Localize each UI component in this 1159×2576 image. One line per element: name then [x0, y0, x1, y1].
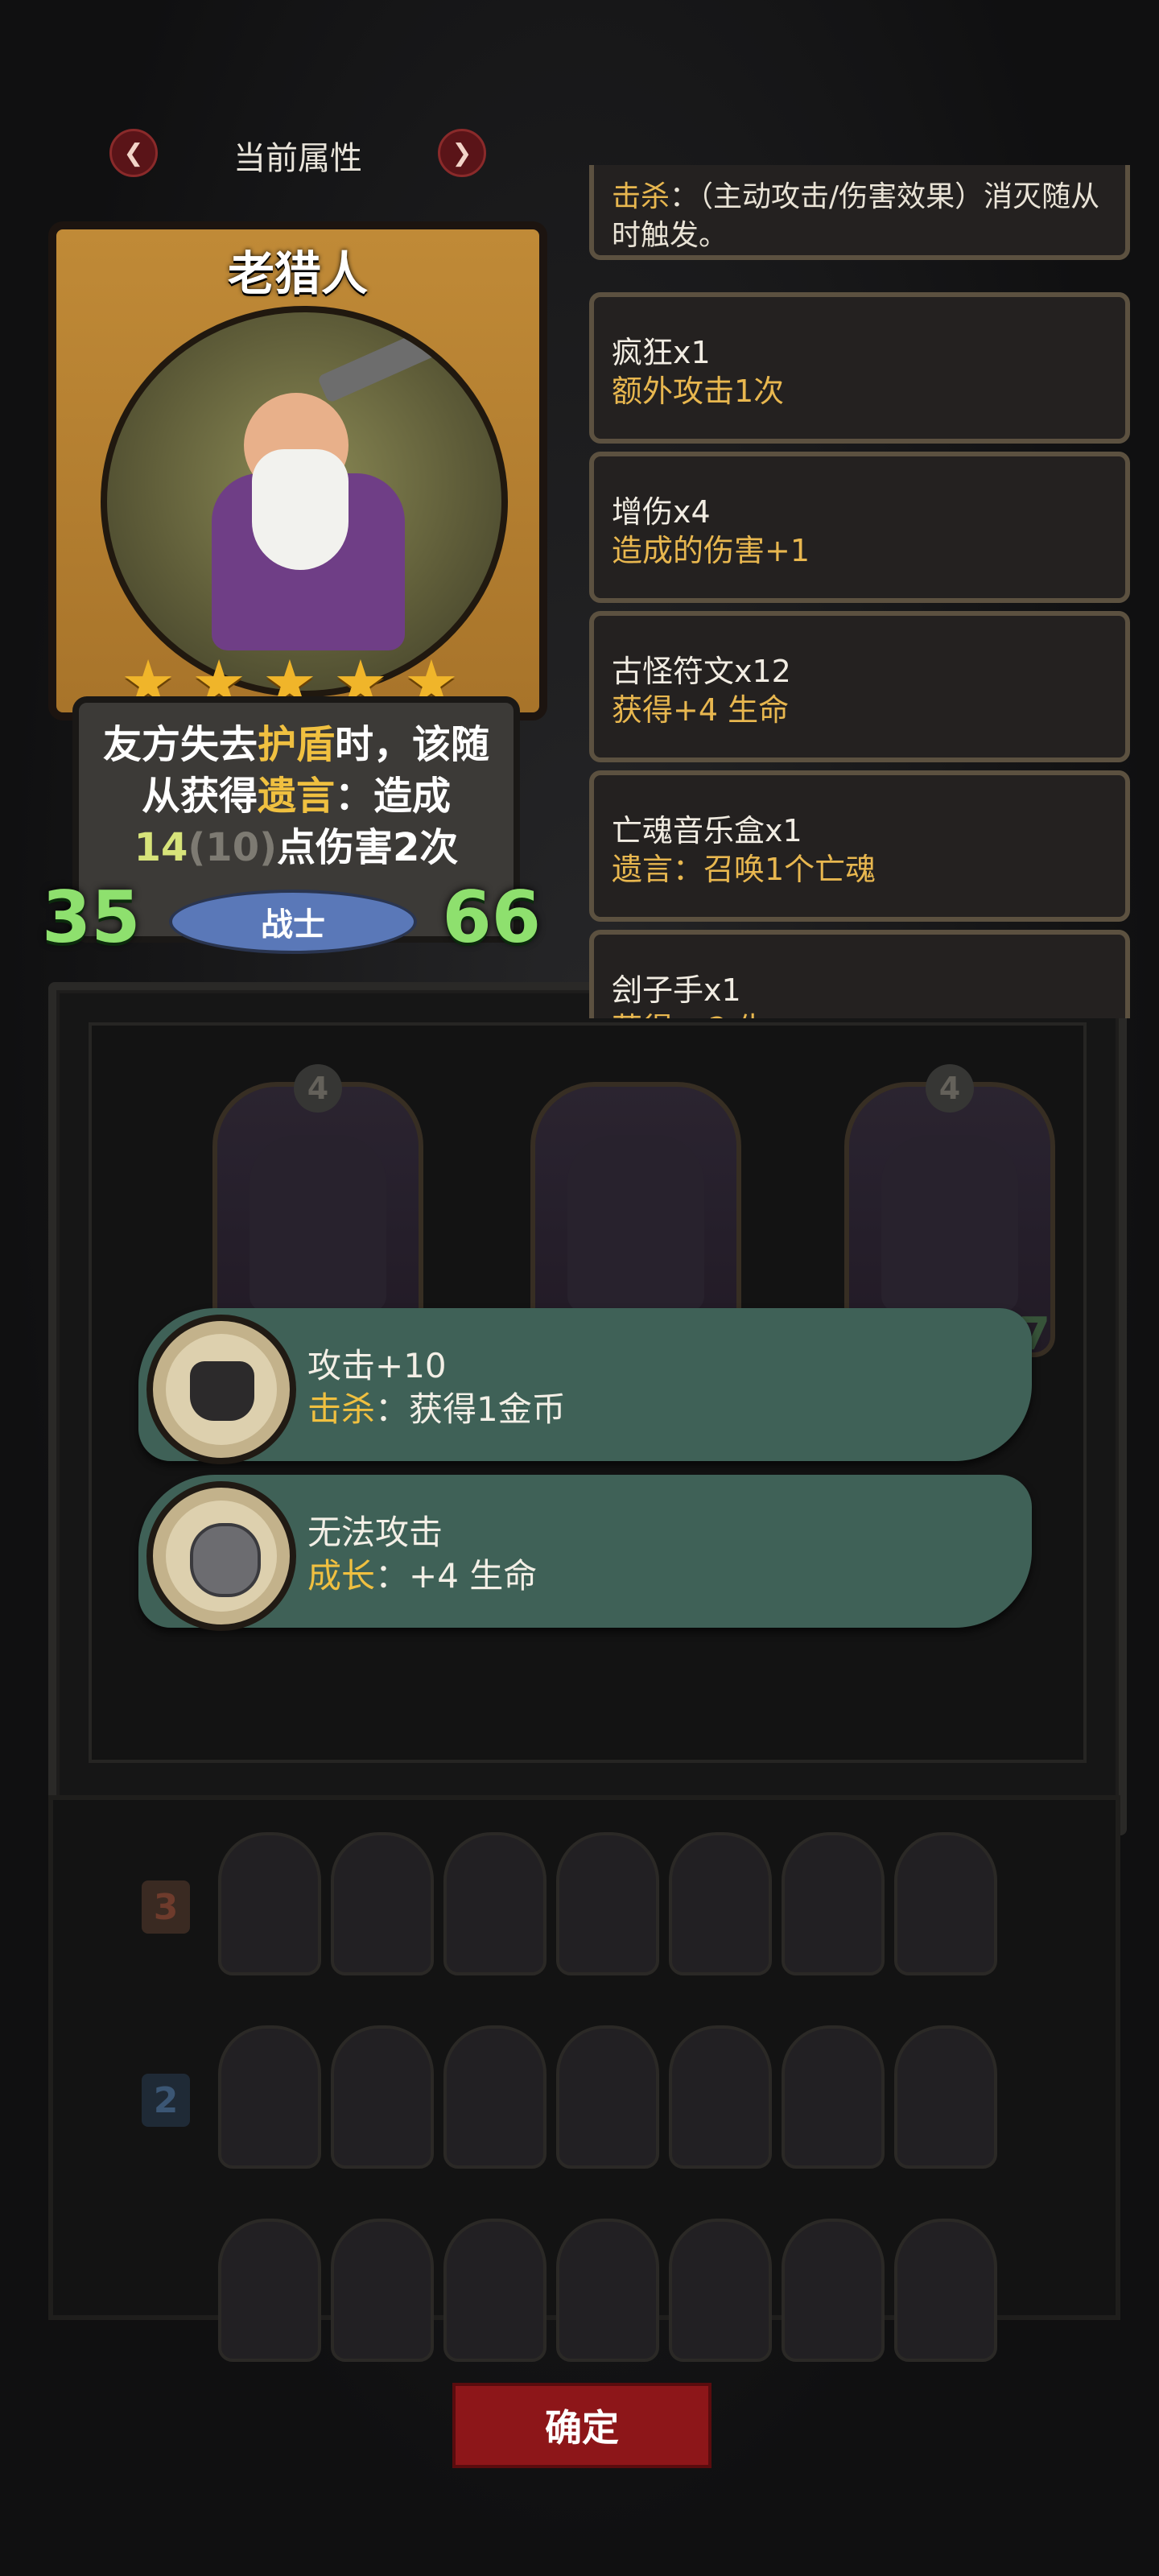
bench-slot[interactable]	[443, 2025, 547, 2169]
trait-item[interactable]: 古怪符文x12 获得+4 生命	[589, 611, 1130, 762]
trait-item[interactable]: 增伤x4 造成的伤害+1	[589, 452, 1130, 603]
health-stat: 66	[442, 876, 541, 959]
bench-slot[interactable]	[218, 1832, 321, 1975]
trait-desc: 造成的伤害+1	[612, 533, 810, 568]
ghost-mask-icon	[190, 1523, 261, 1597]
traits-list[interactable]: 击杀：（主动攻击/伤害效果）消灭随从时触发。 疯狂x1 额外攻击1次 增伤x4 …	[588, 165, 1131, 1018]
effect-title: 攻击+10	[307, 1346, 447, 1385]
trait-keyword: 击杀	[612, 180, 670, 213]
trait-name: 刽子手x1	[612, 972, 741, 1008]
bench-slot[interactable]	[443, 1832, 547, 1975]
desc-part: 友方失去	[102, 722, 258, 767]
effect-badge	[146, 1481, 296, 1631]
keyword-shield: 护盾	[257, 722, 335, 767]
bench-slot[interactable]	[331, 2025, 434, 2169]
bench-slot[interactable]	[782, 1832, 885, 1975]
bench-slot[interactable]	[556, 2219, 659, 2362]
bench-slot[interactable]	[894, 2025, 997, 2169]
trait-item[interactable]: 击杀：（主动攻击/伤害效果）消灭随从时触发。	[589, 165, 1130, 260]
effect-title: 无法攻击	[307, 1513, 443, 1552]
trait-desc: 获得+4 生命	[612, 692, 790, 728]
badge-inner	[166, 1501, 277, 1612]
desc-part: 点伤害2次	[277, 825, 459, 870]
trait-item[interactable]: 刽子手x1 获得 +2 生	[589, 930, 1130, 1018]
card-figure	[250, 1135, 386, 1312]
rank-badge: 3	[142, 1880, 190, 1934]
bench-row: 3	[109, 1824, 1059, 1993]
bench-slot[interactable]	[894, 1832, 997, 1975]
damage-base-value: (10)	[188, 825, 278, 870]
bench-slot[interactable]	[556, 2025, 659, 2169]
bench-slot[interactable]	[669, 2219, 772, 2362]
bench-slot[interactable]	[669, 2025, 772, 2169]
damage-value: 14	[134, 825, 188, 870]
bench-slot[interactable]	[331, 2219, 434, 2362]
header-title: 当前属性	[233, 140, 362, 177]
bench-slot[interactable]	[669, 1832, 772, 1975]
trait-name: 亡魂音乐盒x1	[612, 813, 802, 848]
bench-slot[interactable]	[218, 2025, 321, 2169]
unit-portrait	[101, 306, 508, 697]
badge-inner	[166, 1334, 277, 1445]
trait-name: 古怪符文x12	[612, 654, 791, 689]
effect-popup[interactable]: 攻击+10 击杀：获得1金币	[138, 1308, 1032, 1464]
effect-badge	[146, 1315, 296, 1464]
shotgun-icon	[316, 314, 469, 404]
bench-row: 2	[109, 2017, 1059, 2186]
trait-desc: 额外攻击1次	[612, 374, 785, 409]
trait-name: 疯狂x1	[612, 335, 711, 370]
bench-slot[interactable]	[782, 2219, 885, 2362]
unit-card-frame: 老猎人	[48, 221, 547, 720]
bench-slot[interactable]	[218, 2219, 321, 2362]
bench-slot[interactable]	[782, 2025, 885, 2169]
card-figure	[567, 1135, 704, 1312]
unit-name: 老猎人	[227, 246, 368, 301]
chevron-right-icon[interactable]: ❯	[438, 129, 486, 177]
desc-part: ：造成	[335, 774, 452, 819]
effect-popup[interactable]: 无法攻击 成长：+4 生命	[138, 1475, 1032, 1631]
tribe-label: 战士	[169, 890, 417, 954]
hunter-beard	[252, 449, 349, 570]
attributes-header: ❮ 当前属性 ❯	[105, 121, 491, 185]
trait-desc: 击杀：（主动攻击/伤害效果）消灭随从时触发。	[612, 178, 1111, 255]
trait-desc-rest: ：（主动攻击/伤害效果）消灭随从时触发。	[612, 180, 1100, 252]
rank-badge: 2	[142, 2074, 190, 2127]
bench-slot[interactable]	[443, 2219, 547, 2362]
trait-item[interactable]: 疯狂x1 额外攻击1次	[589, 292, 1130, 444]
bench-panel: 3 2	[48, 1795, 1120, 2362]
trait-desc: 遗言：召唤1个亡魂	[612, 852, 876, 887]
unit-detail-card: 老猎人 ★ ★ ★ ★ ★ 友方失去护盾时，该随从获得遗言：造成 14(10)点伤…	[42, 221, 547, 986]
effect-rest: ：获得1金币	[375, 1389, 566, 1429]
bench-row	[109, 2211, 1059, 2380]
effect-line: 成长：+4 生命	[307, 1549, 537, 1598]
keyword-deathrattle: 遗言	[257, 774, 335, 819]
card-level: 4	[294, 1064, 342, 1113]
trait-desc: 获得 +2 生	[612, 1004, 768, 1018]
bench-slot[interactable]	[556, 1832, 659, 1975]
effect-rest: ：+4 生命	[375, 1556, 538, 1596]
trait-name: 增伤x4	[612, 494, 711, 530]
card-level: 4	[926, 1064, 974, 1113]
bench-slot[interactable]	[331, 1832, 434, 1975]
confirm-button[interactable]: 确定	[452, 2383, 711, 2468]
ability-text: 友方失去护盾时，该随从获得遗言：造成 14(10)点伤害2次	[95, 719, 497, 873]
effect-keyword: 击杀	[307, 1389, 376, 1429]
glove-icon	[190, 1361, 254, 1421]
effect-line: 击杀：获得1金币	[307, 1382, 566, 1431]
card-figure	[881, 1135, 1018, 1312]
trait-item[interactable]: 亡魂音乐盒x1 遗言：召唤1个亡魂	[589, 770, 1130, 922]
effect-keyword: 成长	[307, 1556, 376, 1596]
bench-slot[interactable]	[894, 2219, 997, 2362]
attack-stat: 35	[42, 876, 141, 959]
